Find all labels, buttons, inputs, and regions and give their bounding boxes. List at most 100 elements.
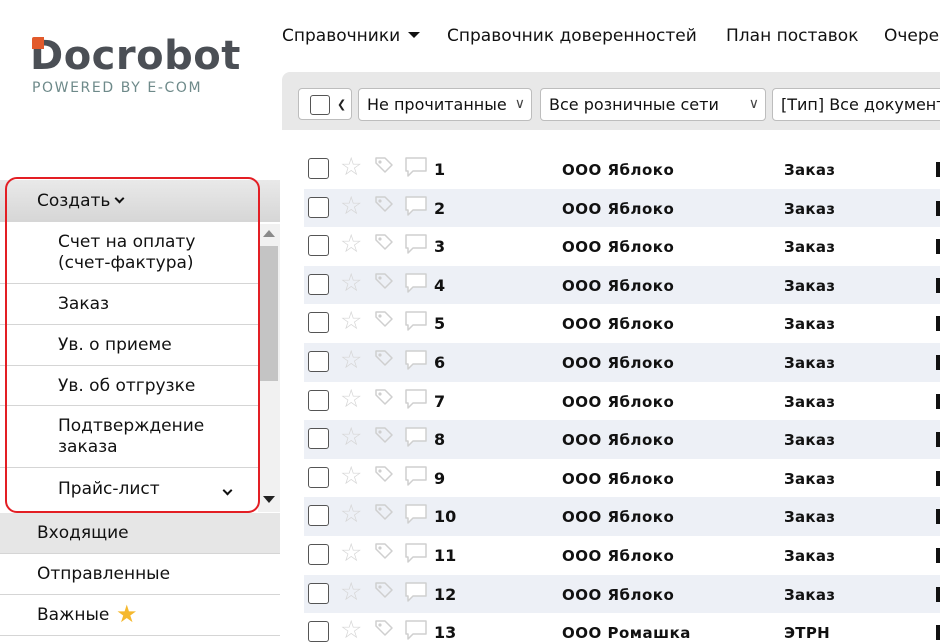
table-row[interactable]: ☆ 7 ООО Яблоко Заказ — [304, 382, 940, 421]
table-row[interactable]: ☆ 9 ООО Яблоко Заказ — [304, 459, 940, 498]
tag-icon[interactable] — [374, 195, 394, 215]
doc-company[interactable]: ООО Яблоко — [562, 200, 674, 218]
doc-number[interactable]: 4 — [434, 276, 445, 295]
row-checkbox[interactable] — [308, 428, 329, 450]
tag-icon[interactable] — [374, 349, 394, 369]
tag-icon[interactable] — [374, 156, 394, 176]
table-row[interactable]: ☆ 13 ООО Ромашка ЭТРН — [304, 613, 940, 644]
doc-company[interactable]: ООО Яблоко — [562, 238, 674, 256]
doc-number[interactable]: 2 — [434, 199, 445, 218]
select-all-checkbox[interactable] — [310, 95, 330, 115]
table-row[interactable]: ☆ 8 ООО Яблоко Заказ — [304, 420, 940, 459]
star-icon[interactable]: ☆ — [340, 577, 362, 606]
star-icon[interactable]: ☆ — [340, 539, 362, 567]
nav-delivery-plan[interactable]: План поставок — [726, 26, 858, 46]
doc-company[interactable]: ООО Яблоко — [562, 315, 674, 333]
star-icon[interactable]: ☆ — [340, 616, 362, 644]
comment-icon[interactable] — [404, 349, 428, 371]
row-checkbox[interactable] — [308, 273, 329, 295]
scroll-up-icon[interactable] — [263, 230, 275, 237]
star-icon[interactable]: ☆ — [340, 384, 362, 413]
doc-number[interactable]: 13 — [434, 623, 456, 642]
doc-company[interactable]: ООО Яблоко — [562, 508, 674, 526]
table-row[interactable]: ☆ 11 ООО Яблоко Заказ — [304, 536, 940, 575]
row-checkbox[interactable] — [308, 582, 329, 604]
tag-icon[interactable] — [374, 619, 394, 639]
star-icon[interactable]: ☆ — [340, 307, 362, 335]
doc-number[interactable]: 7 — [434, 392, 445, 411]
doc-type[interactable]: Заказ — [784, 354, 835, 372]
doc-company[interactable]: ООО Яблоко — [562, 277, 674, 295]
row-checkbox[interactable] — [308, 505, 329, 527]
doc-number[interactable]: 12 — [434, 585, 456, 604]
doc-number[interactable]: 3 — [434, 237, 445, 256]
tag-icon[interactable] — [374, 233, 394, 253]
comment-icon[interactable] — [404, 426, 428, 448]
doc-company[interactable]: ООО Яблоко — [562, 547, 674, 565]
star-icon[interactable]: ☆ — [340, 423, 362, 451]
read-status-select[interactable]: Не прочитанные ∨ — [358, 88, 532, 121]
docrobot-logo[interactable]: Docrobot POWERED BY E-COM — [30, 34, 250, 104]
row-checkbox[interactable] — [308, 621, 329, 643]
create-price-list[interactable]: Прайс-лист — [0, 468, 258, 512]
comment-icon[interactable] — [404, 310, 428, 332]
doc-number[interactable]: 1 — [434, 160, 445, 179]
doc-type-select[interactable]: [Тип] Все документ — [772, 88, 940, 121]
comment-icon[interactable] — [404, 272, 428, 294]
star-icon[interactable]: ☆ — [340, 268, 362, 297]
comment-icon[interactable] — [404, 156, 428, 178]
row-checkbox[interactable] — [308, 389, 329, 411]
doc-type[interactable]: ЭТРН — [784, 624, 830, 642]
table-row[interactable]: ☆ 12 ООО Яблоко Заказ — [304, 574, 940, 614]
create-order-confirmation[interactable]: Подтверждение заказа — [0, 406, 258, 468]
doc-company[interactable]: ООО Ромашка — [562, 624, 691, 642]
star-icon[interactable]: ☆ — [340, 153, 362, 181]
doc-type[interactable]: Заказ — [784, 238, 835, 256]
tag-icon[interactable] — [374, 503, 394, 523]
doc-company[interactable]: ООО Яблоко — [562, 431, 674, 449]
row-checkbox[interactable] — [308, 544, 329, 565]
tag-icon[interactable] — [374, 542, 394, 562]
doc-type[interactable]: Заказ — [784, 277, 835, 295]
nav-power-of-attorney[interactable]: Справочник доверенностей — [447, 26, 697, 46]
create-invoice[interactable]: Счет на оплату (счет-фактура) — [0, 222, 258, 284]
tag-icon[interactable] — [374, 272, 394, 292]
row-checkbox[interactable] — [308, 235, 329, 257]
select-all-dropdown[interactable]: ❮ — [298, 88, 352, 120]
doc-company[interactable]: ООО Яблоко — [562, 470, 674, 488]
doc-number[interactable]: 9 — [434, 469, 445, 488]
doc-company[interactable]: ООО Яблоко — [562, 161, 674, 179]
doc-type[interactable]: Заказ — [784, 586, 835, 604]
doc-type[interactable]: Заказ — [784, 547, 835, 565]
doc-company[interactable]: ООО Яблоко — [562, 393, 674, 411]
row-checkbox[interactable] — [308, 196, 329, 218]
tag-icon[interactable] — [374, 581, 394, 601]
doc-number[interactable]: 11 — [434, 546, 456, 565]
doc-type[interactable]: Заказ — [784, 200, 835, 218]
comment-icon[interactable] — [404, 388, 428, 410]
create-shipment-notice[interactable]: Ув. об отгрузке — [0, 366, 258, 406]
doc-type[interactable]: Заказ — [784, 508, 835, 526]
folder-inbox[interactable]: Входящие — [0, 513, 280, 554]
nav-queue[interactable]: Очере — [884, 26, 939, 46]
tag-icon[interactable] — [374, 388, 394, 408]
folder-sent[interactable]: Отправленные — [0, 554, 280, 595]
table-row[interactable]: ☆ 3 ООО Яблоко Заказ — [304, 227, 940, 266]
star-icon[interactable]: ☆ — [340, 461, 362, 490]
doc-number[interactable]: 8 — [434, 430, 445, 449]
retail-network-select[interactable]: Все розничные сети ∨ — [540, 88, 766, 121]
create-receipt-notice[interactable]: Ув. о приеме — [0, 325, 258, 366]
table-row[interactable]: ☆ 6 ООО Яблоко Заказ — [304, 343, 940, 382]
star-icon[interactable]: ☆ — [340, 191, 362, 220]
comment-icon[interactable] — [404, 195, 428, 217]
doc-company[interactable]: ООО Яблоко — [562, 586, 674, 604]
nav-directories[interactable]: Справочники — [282, 26, 421, 46]
row-checkbox[interactable] — [308, 351, 329, 372]
comment-icon[interactable] — [404, 233, 428, 255]
doc-number[interactable]: 6 — [434, 353, 445, 372]
table-row[interactable]: ☆ 10 ООО Яблоко Заказ — [304, 497, 940, 536]
tag-icon[interactable] — [374, 310, 394, 330]
star-icon[interactable]: ☆ — [340, 230, 362, 258]
table-row[interactable]: ☆ 2 ООО Яблоко Заказ — [304, 188, 940, 228]
row-checkbox[interactable] — [308, 158, 329, 179]
